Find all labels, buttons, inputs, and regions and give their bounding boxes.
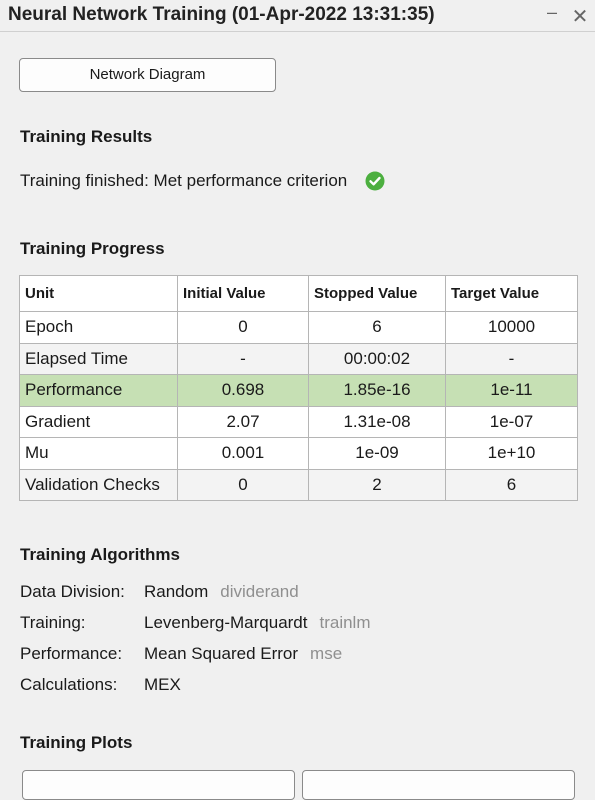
table-row: Validation Checks 0 2 6 — [19, 468, 578, 501]
algorithm-label: Training: — [20, 613, 86, 632]
algorithm-value: MEX — [144, 675, 181, 695]
table-cell: 6 — [308, 311, 446, 344]
check-circle-icon — [365, 171, 385, 191]
algorithm-name: Levenberg-Marquardt — [144, 613, 308, 632]
algorithm-value: Mean Squared Error mse — [144, 644, 342, 664]
algorithm-row-performance: Performance: Mean Squared Error mse — [20, 644, 580, 666]
algorithm-function: mse — [310, 644, 343, 663]
window-title: Neural Network Training (01-Apr-2022 13:… — [8, 4, 435, 25]
table-cell: 6 — [445, 468, 578, 501]
table-cell: 2.07 — [177, 405, 309, 438]
training-results-heading: Training Results — [20, 127, 153, 146]
table-cell: 0 — [177, 468, 309, 501]
training-progress-heading: Training Progress — [20, 239, 165, 258]
table-cell: 1e-11 — [445, 374, 578, 407]
algorithm-label: Calculations: — [20, 675, 118, 694]
algorithm-row-calculations: Calculations: MEX — [20, 675, 580, 697]
table-cell: - — [177, 342, 309, 375]
table-cell: 1.31e-08 — [308, 405, 446, 438]
algorithm-row-training: Training: Levenberg-Marquardt trainlm — [20, 613, 580, 635]
minimize-button[interactable]: – — [542, 2, 562, 23]
table-cell: 1e-07 — [445, 405, 578, 438]
table-row: Gradient 2.07 1.31e-08 1e-07 — [19, 405, 578, 438]
table-row-highlighted: Performance 0.698 1.85e-16 1e-11 — [19, 374, 578, 407]
plot-button-left[interactable] — [22, 770, 295, 800]
table-cell: Mu — [19, 437, 178, 470]
algorithm-value: Levenberg-Marquardt trainlm — [144, 613, 371, 633]
algorithm-name: Mean Squared Error — [144, 644, 299, 663]
algorithm-function: trainlm — [319, 613, 371, 632]
table-cell: 10000 — [445, 311, 578, 344]
algorithm-name: Random — [144, 582, 209, 601]
table-cell: 2 — [308, 468, 446, 501]
training-plots-heading: Training Plots — [20, 733, 133, 752]
column-header: Target Value — [445, 275, 578, 312]
algorithm-label: Performance: — [20, 644, 123, 663]
table-row: Epoch 0 6 10000 — [19, 311, 578, 344]
table-cell: 0.698 — [177, 374, 309, 407]
table-cell: 0 — [177, 311, 309, 344]
table-cell: Elapsed Time — [19, 342, 178, 375]
column-header: Unit — [19, 275, 178, 312]
training-status-text: Training finished: Met performance crite… — [20, 170, 348, 190]
algorithm-label: Data Division: — [20, 582, 125, 601]
table-cell: Epoch — [19, 311, 178, 344]
close-button[interactable]: ✕ — [570, 4, 590, 29]
algorithm-function: dividerand — [220, 582, 299, 601]
table-cell: 1e-09 — [308, 437, 446, 470]
algorithm-row-data-division: Data Division: Random dividerand — [20, 582, 580, 604]
table-cell: - — [445, 342, 578, 375]
table-cell: Validation Checks — [19, 468, 178, 501]
algorithm-name: MEX — [144, 675, 181, 694]
training-progress-table: Unit Initial Value Stopped Value Target … — [19, 275, 578, 501]
table-cell: 00:00:02 — [308, 342, 446, 375]
training-status: Training finished: Met performance crite… — [20, 170, 385, 192]
table-header-row: Unit Initial Value Stopped Value Target … — [19, 275, 578, 312]
table-cell: Performance — [19, 374, 178, 407]
column-header: Initial Value — [177, 275, 309, 312]
training-algorithms-heading: Training Algorithms — [20, 545, 180, 564]
table-row: Elapsed Time - 00:00:02 - — [19, 342, 578, 375]
network-diagram-button[interactable]: Network Diagram — [19, 58, 276, 92]
table-row: Mu 0.001 1e-09 1e+10 — [19, 437, 578, 470]
algorithm-value: Random dividerand — [144, 582, 299, 602]
table-cell: 0.001 — [177, 437, 309, 470]
table-cell: 1.85e-16 — [308, 374, 446, 407]
table-cell: Gradient — [19, 405, 178, 438]
column-header: Stopped Value — [308, 275, 446, 312]
plot-button-right[interactable] — [302, 770, 575, 800]
table-cell: 1e+10 — [445, 437, 578, 470]
title-bar: Neural Network Training (01-Apr-2022 13:… — [0, 0, 595, 32]
